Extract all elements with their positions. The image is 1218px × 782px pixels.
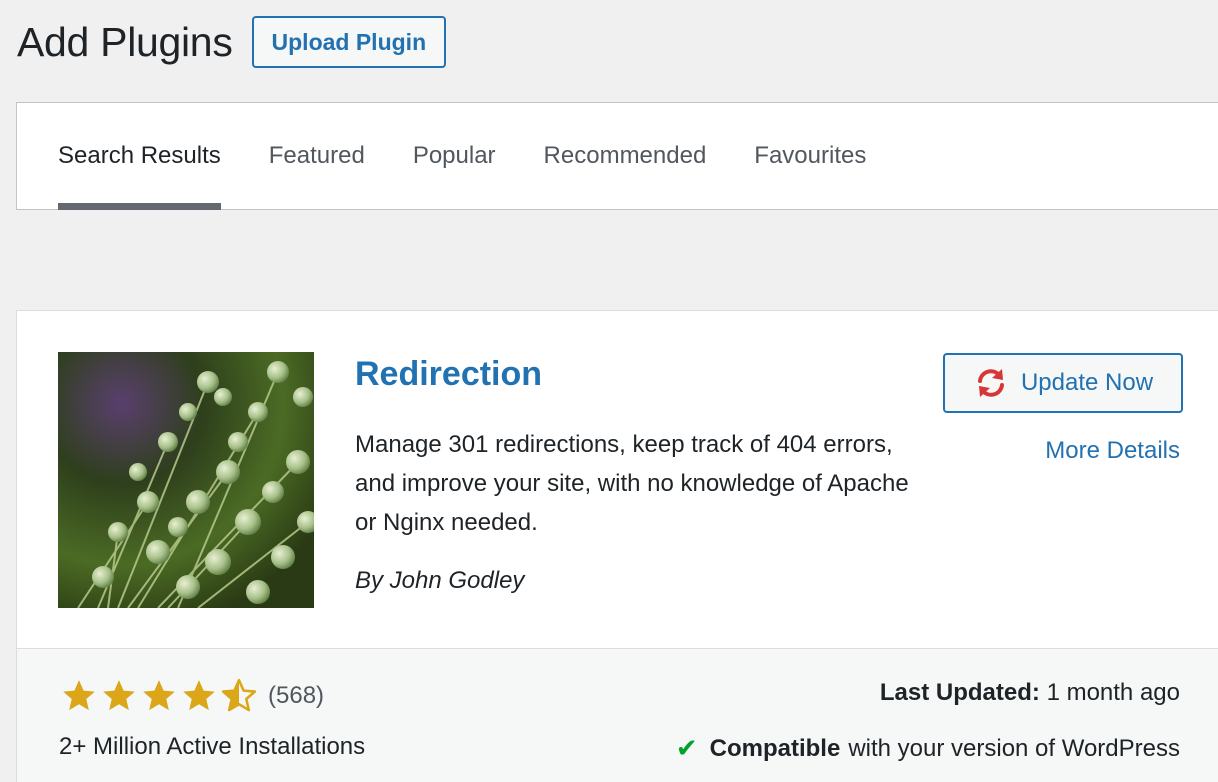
- plugin-thumbnail[interactable]: [58, 352, 314, 608]
- tab-popular[interactable]: Popular: [413, 103, 496, 209]
- plugin-card-footer: (568) 2+ Million Active Installations La…: [17, 648, 1218, 782]
- update-now-button[interactable]: Update Now: [943, 353, 1183, 413]
- plugin-author: By John Godley: [355, 567, 525, 594]
- plugin-description: Manage 301 redirections, keep track of 4…: [355, 431, 909, 536]
- stars: [59, 677, 259, 715]
- add-plugins-page: Add Plugins Upload Plugin Search Results…: [0, 0, 1218, 782]
- refresh-icon: [973, 365, 1009, 401]
- star-full-icon: [63, 680, 95, 711]
- checkmark-icon: ✔: [675, 733, 698, 763]
- upload-plugin-button[interactable]: Upload Plugin: [251, 16, 447, 68]
- rating-count[interactable]: (568): [268, 682, 324, 710]
- star-full-icon: [143, 680, 175, 711]
- more-details-link[interactable]: More Details: [1045, 437, 1180, 465]
- tab-search-results[interactable]: Search Results: [58, 103, 221, 210]
- update-now-label: Update Now: [1020, 369, 1154, 396]
- last-updated-label: Last Updated:: [879, 679, 1040, 706]
- page-header: Add Plugins Upload Plugin: [17, 14, 447, 70]
- plugin-card: Redirection Manage 301 redirections, kee…: [16, 310, 1218, 782]
- tab-favourites[interactable]: Favourites: [754, 103, 866, 209]
- active-installations: 2+ Million Active Installations: [59, 733, 366, 760]
- compatible-label: Compatible: [709, 734, 841, 762]
- star-half-icon: [221, 678, 257, 712]
- last-updated: Last Updated: 1 month ago: [880, 679, 1180, 707]
- star-full-icon: [183, 680, 215, 711]
- plugin-filter-tabs: Search Results Featured Popular Recommen…: [16, 102, 1218, 210]
- tab-recommended[interactable]: Recommended: [544, 103, 707, 209]
- tab-featured[interactable]: Featured: [269, 103, 365, 209]
- last-updated-value: 1 month ago: [1046, 679, 1180, 706]
- star-full-icon: [103, 680, 135, 711]
- star-rating: (568): [59, 677, 324, 715]
- compatibility-text: with your version of WordPress: [848, 734, 1180, 762]
- page-title: Add Plugins: [17, 19, 233, 65]
- plugin-name-link[interactable]: Redirection: [355, 355, 542, 394]
- compatibility-status: ✔ Compatible with your version of WordPr…: [676, 733, 1180, 764]
